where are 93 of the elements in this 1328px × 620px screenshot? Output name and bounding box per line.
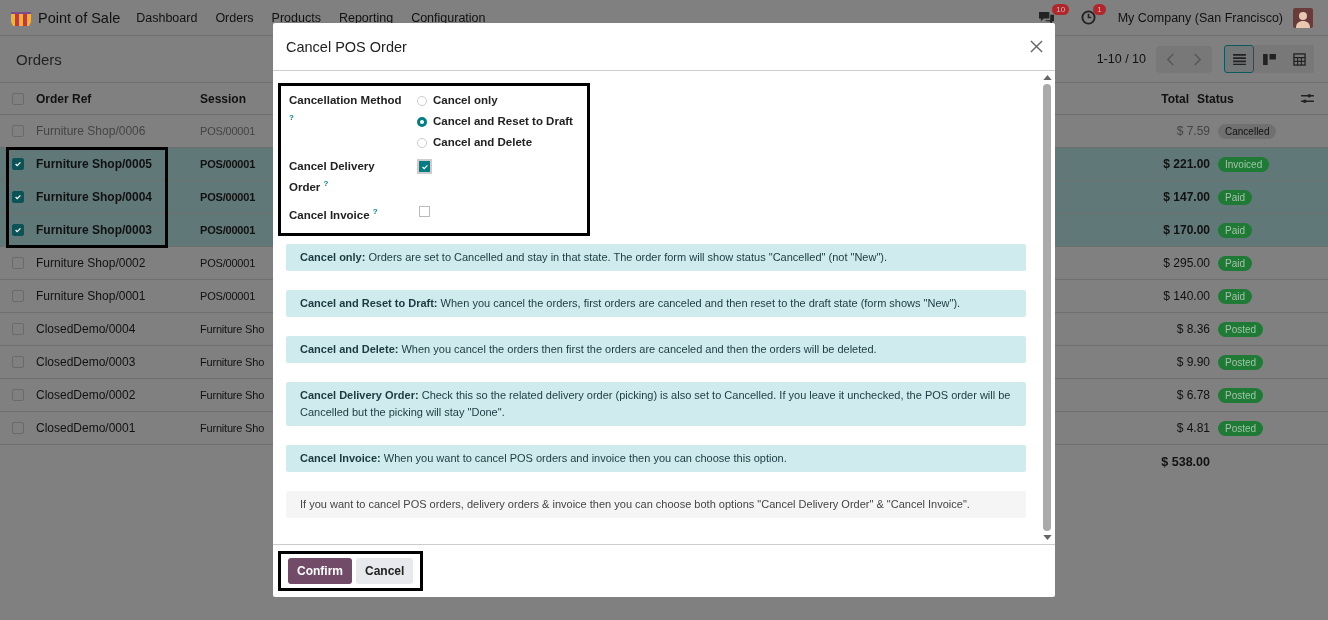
dialog-title: Cancel POS Order xyxy=(286,38,407,55)
status-tag: Paid xyxy=(1218,289,1252,304)
row-checkbox[interactable] xyxy=(12,224,24,236)
status-tag: Invoiced xyxy=(1218,157,1270,172)
table-cell: ClosedDemo/0002 xyxy=(36,388,136,402)
scroll-down-icon[interactable] xyxy=(1042,535,1052,540)
grid-icon xyxy=(1292,52,1306,66)
table-cell: $ 6.78 xyxy=(1176,388,1210,402)
row-checkbox[interactable] xyxy=(12,158,24,170)
column-header[interactable]: Order Ref xyxy=(36,91,200,106)
cancel-button[interactable]: Cancel xyxy=(356,558,414,584)
confirm-button[interactable]: Confirm xyxy=(288,558,352,584)
field-label: Cancel Invoice $^{?}$ xyxy=(289,205,379,223)
menu-item[interactable]: Orders xyxy=(215,10,254,25)
table-cell: $ 147.00 xyxy=(1163,190,1210,204)
column-header[interactable]: Total xyxy=(1161,91,1189,106)
table-cell: Furniture Shop/0006 xyxy=(36,124,146,138)
info-alert: Cancel and Delete: When you cancel the orders then first the orders are canceled and then the orders will be deleted. xyxy=(286,335,1026,363)
hint-text: If you want to cancel POS orders, delivery orders & invoice then you can choose both options "Cancel Delivery Order" & "Cancel Invoice". xyxy=(286,490,1026,518)
table-cell: Furniture Shop/0005 xyxy=(36,157,153,171)
activity-count-badge: 1 xyxy=(1093,4,1106,15)
scrollbar[interactable] xyxy=(1042,75,1052,540)
table-cell: $ 170.00 xyxy=(1163,223,1210,237)
table-cell: $ 221.00 xyxy=(1163,157,1210,171)
table-cell: Furniture Sho xyxy=(200,356,265,368)
company-switcher[interactable]: My Company (San Francisco) xyxy=(1117,10,1283,25)
radio-option[interactable]: Cancel and Delete xyxy=(417,134,573,151)
status-tag: Paid xyxy=(1218,256,1252,271)
table-cell: ClosedDemo/0003 xyxy=(36,355,136,369)
status-tag: Paid xyxy=(1218,190,1252,205)
info-alert: Cancel Invoice: When you want to cancel POS orders and invoice then you can choose this option. xyxy=(286,444,1026,472)
table-cell: $ 8.36 xyxy=(1176,322,1210,336)
column-header[interactable]: Session xyxy=(200,91,247,106)
pager-count: 1-10 / 10 xyxy=(1096,52,1146,66)
check-icon xyxy=(14,193,22,201)
chat-icon[interactable] xyxy=(1038,10,1056,25)
info-alert: Cancel and Reset to Draft: When you cancel the orders, first orders are canceled and then reset to the draft state (form shows "New"). xyxy=(286,289,1026,317)
page-title: Orders xyxy=(16,50,62,68)
menu-item[interactable]: Reporting xyxy=(338,10,394,25)
table-cell: Furniture Shop/0004 xyxy=(36,190,153,204)
status-tag: Posted xyxy=(1218,421,1264,436)
check-icon xyxy=(14,160,22,168)
table-cell: $ 295.00 xyxy=(1163,256,1210,270)
status-tag: Posted xyxy=(1218,388,1264,403)
status-tag: Paid xyxy=(1218,223,1252,238)
menu-item[interactable]: Dashboard xyxy=(136,10,198,25)
column-header[interactable]: Status xyxy=(1197,91,1293,106)
table-cell: ClosedDemo/0004 xyxy=(36,322,136,336)
check-icon xyxy=(14,226,22,234)
table-cell: Furniture Sho xyxy=(200,389,265,401)
status-tag: Posted xyxy=(1218,355,1264,370)
table-cell: ClosedDemo/0001 xyxy=(36,421,136,435)
grid-view-button[interactable] xyxy=(1284,45,1314,73)
check-icon xyxy=(420,162,429,171)
user-avatar-icon[interactable] xyxy=(1293,7,1313,28)
kanban-view-button[interactable] xyxy=(1254,45,1284,73)
close-icon[interactable] xyxy=(1030,40,1043,53)
radio-option[interactable]: Cancel and Reset to Draft xyxy=(417,113,573,130)
table-cell: POS/00001 xyxy=(200,257,256,269)
menu-item[interactable]: Configuration xyxy=(411,10,486,25)
checkbox[interactable] xyxy=(419,205,430,217)
table-cell: Furniture Sho xyxy=(200,422,265,434)
table-cell: POS/00001 xyxy=(200,224,256,236)
clock-icon[interactable] xyxy=(1081,10,1097,25)
table-cell: POS/00001 xyxy=(200,290,256,302)
list-view-button[interactable] xyxy=(1224,45,1254,73)
table-cell: POS/00001 xyxy=(200,125,256,137)
total-sum: $ 538.00 xyxy=(1161,454,1210,469)
list-icon xyxy=(1232,53,1246,65)
field-label: Cancel Delivery Order $^{?}$ xyxy=(289,159,376,195)
scroll-up-icon[interactable] xyxy=(1042,75,1052,80)
status-tag: Cancelled xyxy=(1218,124,1277,139)
status-tag: Posted xyxy=(1218,322,1264,337)
info-alert: Cancel only: Orders are set to Cancelled and stay in that state. The order form will show status "Cancelled" (not "New"). xyxy=(286,243,1026,271)
table-cell: Furniture Shop/0001 xyxy=(36,289,146,303)
row-checkbox[interactable] xyxy=(12,191,24,203)
table-cell: Furniture Sho xyxy=(200,323,265,335)
checkbox[interactable] xyxy=(419,161,430,172)
app-name[interactable]: Point of Sale xyxy=(38,9,121,26)
table-cell: $ 140.00 xyxy=(1163,289,1210,303)
table-cell: $ 9.90 xyxy=(1176,355,1210,369)
message-count-badge: 10 xyxy=(1052,4,1070,15)
menu-item[interactable]: Products xyxy=(271,10,321,25)
table-cell: Furniture Shop/0002 xyxy=(36,256,146,270)
kanban-icon xyxy=(1262,53,1276,65)
table-cell: $ 7.59 xyxy=(1176,124,1210,138)
table-cell: POS/00001 xyxy=(200,158,256,170)
radio-option[interactable]: Cancel only xyxy=(417,92,573,109)
table-cell: Furniture Shop/0003 xyxy=(36,223,153,237)
table-cell: POS/00001 xyxy=(200,191,256,203)
info-alert: Cancel Delivery Order: Check this so the related delivery order (picking) is also set to Cancelled. If you leave it unchecked, the POS order will be Cancelled but the picking will stay "Done". xyxy=(286,381,1026,426)
table-cell: $ 4.81 xyxy=(1176,421,1210,435)
column-settings-icon[interactable] xyxy=(1301,93,1314,104)
